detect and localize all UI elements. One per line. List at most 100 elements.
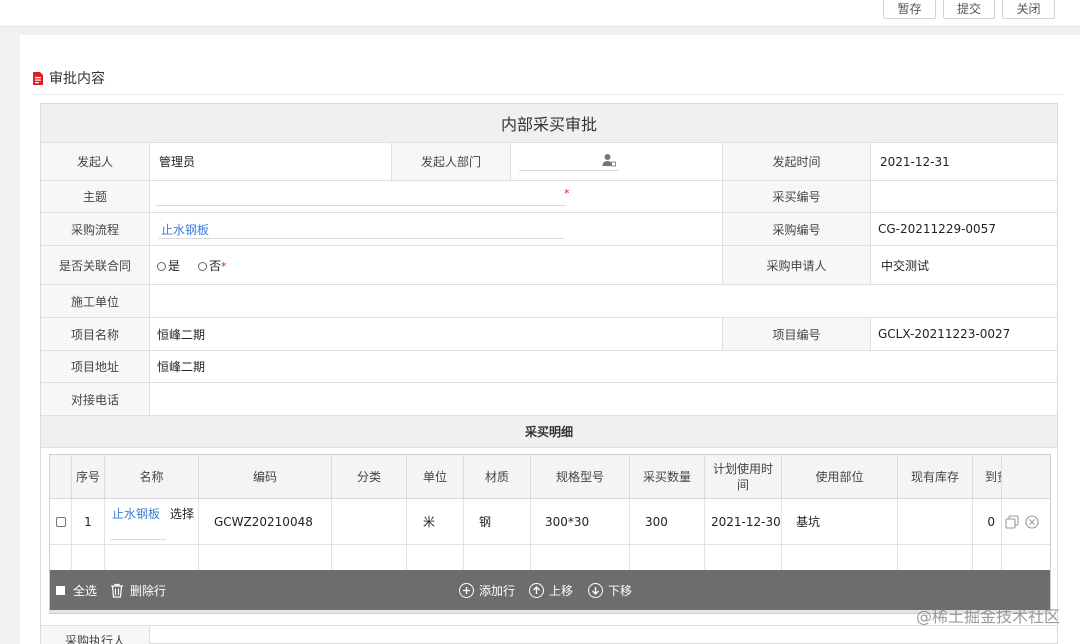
select-all-button[interactable]: 全选 [56, 570, 97, 610]
horizontal-scrollbar[interactable] [50, 610, 1050, 613]
linked-contract-field: 是 否* [150, 246, 723, 284]
initiator-dept-label: 发起人部门 [392, 143, 511, 180]
subject-label: 主题 [41, 181, 150, 212]
contract-required-mark: * [221, 260, 227, 273]
submit-button[interactable]: 提交 [943, 0, 995, 19]
form-row-project-name: 项目名称 恒峰二期 项目编号 GCLX-20211223-0027 [41, 318, 1057, 351]
approval-form: 内部采买审批 发起人 管理员 发起人部门 发起时间 2021-12-31 主题 … [40, 103, 1058, 644]
purchase-no-value [871, 181, 1057, 212]
row-name-link[interactable]: 止水钢板 [112, 505, 160, 522]
construction-unit-label: 施工单位 [41, 285, 150, 317]
executor-label: 采购执行人 [41, 626, 150, 644]
empty-cell [105, 545, 199, 570]
project-no-label: 项目编号 [723, 318, 871, 350]
contact-phone-value[interactable] [150, 383, 1057, 415]
add-row-button[interactable]: 添加行 [459, 570, 515, 610]
row-unit: 米 [407, 499, 464, 544]
initiate-time-value: 2021-12-31 [880, 154, 950, 169]
col-actions [1002, 455, 1050, 498]
contact-phone-label: 对接电话 [41, 383, 150, 415]
linked-contract-label: 是否关联合同 [41, 246, 150, 284]
form-row-project-address: 项目地址 恒峰二期 [41, 351, 1057, 383]
save-draft-button[interactable]: 暂存 [883, 0, 936, 19]
row-spec: 300*30 [531, 499, 630, 544]
left-margin [0, 35, 20, 644]
col-spec: 规格型号 [531, 455, 630, 498]
radio-no-label: 否 [209, 259, 222, 273]
grid-header: 序号 名称 编码 分类 单位 材质 规格型号 采买数量 计划使用时 间 使用部位… [50, 455, 1050, 499]
procurement-flow-field[interactable]: 止水钢板 [150, 213, 723, 245]
row-category [332, 499, 407, 544]
move-up-button[interactable]: 上移 [529, 570, 573, 610]
move-down-button[interactable]: 下移 [588, 570, 632, 610]
col-location: 使用部位 [782, 455, 898, 498]
delete-row-button[interactable]: 删除行 [110, 570, 166, 610]
empty-cell [407, 545, 464, 570]
col-code: 编码 [199, 455, 332, 498]
contract-no-option[interactable]: 否* [198, 257, 227, 274]
construction-unit-value[interactable] [150, 285, 1057, 317]
empty-cell [50, 545, 72, 570]
empty-cell [72, 545, 105, 570]
top-toolbar: 暂存 提交 关闭 [0, 0, 1080, 27]
row-name-cell: 止水钢板 选择 [105, 499, 199, 544]
section-divider [32, 94, 1064, 95]
contract-yes-option[interactable]: 是 [157, 257, 180, 274]
form-row-construction-unit: 施工单位 [41, 285, 1057, 318]
radio-yes[interactable] [157, 262, 166, 271]
remove-icon[interactable] [1025, 514, 1039, 529]
user-picker-icon[interactable] [602, 153, 616, 167]
row-select-button[interactable]: 选择 [170, 505, 194, 522]
col-quantity: 采买数量 [630, 455, 705, 498]
col-category: 分类 [332, 455, 407, 498]
project-name-value: 恒峰二期 [150, 318, 723, 350]
col-name: 名称 [105, 455, 199, 498]
project-address-label: 项目地址 [41, 351, 150, 382]
close-button[interactable]: 关闭 [1002, 0, 1055, 19]
header-checkbox-col [50, 455, 72, 498]
subject-required-mark: * [564, 187, 570, 200]
row-checkbox[interactable] [55, 516, 66, 527]
empty-cell [630, 545, 705, 570]
col-seq: 序号 [72, 455, 105, 498]
grid-footer: 全选 删除行 添加行 上移 下移 [50, 570, 1050, 610]
col-stock: 现有库存 [898, 455, 973, 498]
radio-no[interactable] [198, 262, 208, 271]
procurement-flow-link[interactable]: 止水钢板 [161, 221, 209, 238]
move-down-label: 下移 [608, 583, 633, 598]
copy-icon[interactable] [1005, 514, 1019, 529]
empty-cell [332, 545, 407, 570]
table-row-empty [50, 545, 1050, 570]
empty-cell [705, 545, 782, 570]
applicant-value: 中交测试 [881, 258, 930, 273]
empty-cell [973, 545, 1002, 570]
empty-cell [199, 545, 332, 570]
empty-cell [782, 545, 898, 570]
row-stock [898, 499, 973, 544]
section-title-text: 审批内容 [49, 71, 105, 87]
row-quantity: 300 [630, 499, 705, 544]
select-all-label: 全选 [73, 583, 98, 598]
detail-grid: 序号 名称 编码 分类 单位 材质 规格型号 采买数量 计划使用时 间 使用部位… [49, 454, 1051, 614]
subject-field[interactable]: * [150, 181, 723, 212]
radio-yes-label: 是 [168, 259, 181, 273]
add-row-label: 添加行 [479, 583, 516, 598]
detail-subheader: 采买明细 [41, 416, 1057, 448]
procurement-no-value: CG-20211229-0057 [878, 222, 996, 236]
delete-row-label: 删除行 [130, 583, 167, 598]
col-arrival: 到贫 [973, 455, 1002, 498]
select-all-checkbox[interactable] [56, 585, 65, 595]
empty-cell [464, 545, 531, 570]
plus-circle-icon [459, 582, 474, 598]
row-code: GCWZ20210048 [199, 499, 332, 544]
initiate-time-label: 发起时间 [723, 143, 871, 180]
form-row-linked-contract: 是否关联合同 是 否* 采购申请人 中交测试 [41, 246, 1057, 285]
procurement-flow-label: 采购流程 [41, 213, 150, 245]
initiator-dept-field[interactable] [511, 143, 723, 180]
col-planned-time: 计划使用时 间 [705, 455, 782, 498]
form-row-procurement-flow: 采购流程 止水钢板 采购编号 CG-20211229-0057 [41, 213, 1057, 246]
project-no-value: GCLX-20211223-0027 [878, 327, 1011, 341]
move-up-label: 上移 [549, 583, 574, 598]
initiator-value: 管理员 [150, 143, 392, 180]
form-row-executor: 采购执行人 [41, 625, 1057, 644]
